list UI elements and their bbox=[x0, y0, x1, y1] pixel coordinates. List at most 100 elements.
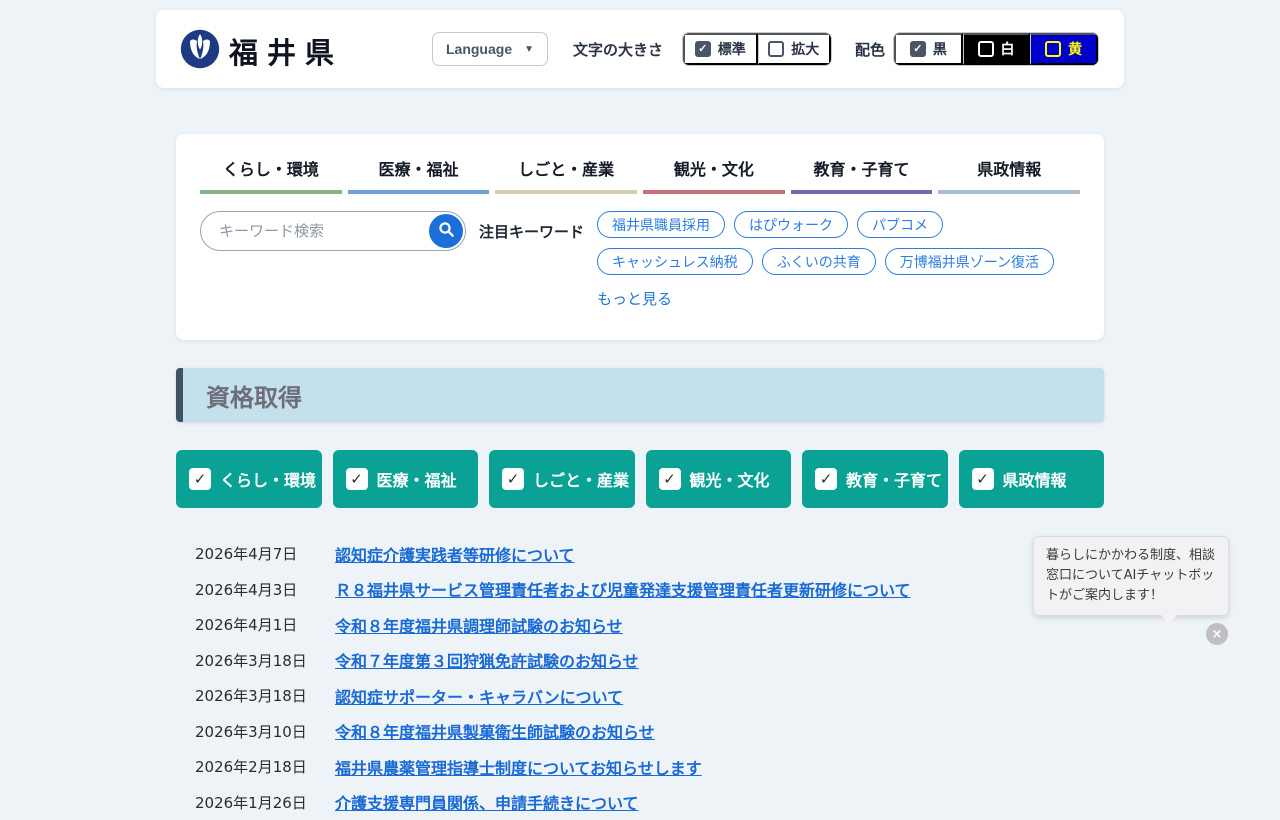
news-row: 2026年3月18日 認知症サポーター・キャラバンについて bbox=[176, 678, 1104, 714]
news-list: 2026年4月7日 認知症介護実践者等研修について 2026年4月3日 Ｒ８福井… bbox=[176, 536, 1104, 820]
nav-tab[interactable]: 教育・子育て bbox=[791, 146, 933, 194]
category-tabs: くらし・環境 医療・福祉 しごと・産業 観光・文化 教育・子育て 県政情報 bbox=[176, 134, 1104, 194]
news-link[interactable]: 認知症介護実践者等研修について bbox=[335, 542, 575, 566]
fukui-emblem-icon bbox=[180, 29, 220, 73]
checkbox-unchecked-icon bbox=[768, 41, 784, 57]
news-link[interactable]: Ｒ８福井県サービス管理責任者および児童発達支援管理責任者更新研修について bbox=[335, 577, 911, 601]
checkbox-checked-icon: ✓ bbox=[502, 468, 524, 490]
featured-keywords-label: 注目キーワード bbox=[479, 211, 584, 242]
site-logo[interactable]: 福井県 bbox=[180, 29, 343, 73]
news-date: 2026年3月18日 bbox=[195, 685, 335, 706]
news-link[interactable]: 令和７年度第３回狩猟免許試験のお知らせ bbox=[335, 648, 639, 672]
scheme-white-button[interactable]: 白 bbox=[963, 33, 1031, 65]
text-size-label: 文字の大きさ bbox=[573, 39, 663, 60]
news-date: 2026年3月10日 bbox=[195, 721, 335, 742]
nav-tab[interactable]: 県政情報 bbox=[938, 146, 1080, 194]
nav-tab[interactable]: 観光・文化 bbox=[643, 146, 785, 194]
category-filter-label: 県政情報 bbox=[1003, 467, 1067, 491]
keyword-pill[interactable]: 福井県職員採用 bbox=[597, 211, 725, 238]
color-scheme-toggle-group: ✓ 黒 白 黄 bbox=[893, 32, 1099, 66]
checkbox-checked-icon: ✓ bbox=[972, 468, 994, 490]
category-filter-button[interactable]: ✓ 観光・文化 bbox=[646, 450, 792, 508]
nav-tab[interactable]: しごと・産業 bbox=[495, 146, 637, 194]
search-row: 注目キーワード 福井県職員採用 はぴウォーク パブコメ キャッシュレス納税 ふく… bbox=[176, 194, 1104, 309]
scheme-yellow-button[interactable]: 黄 bbox=[1030, 33, 1098, 65]
search-box bbox=[200, 211, 466, 251]
checkbox-checked-icon: ✓ bbox=[189, 468, 211, 490]
chevron-down-icon: ▼ bbox=[524, 44, 534, 55]
news-date: 2026年1月26日 bbox=[195, 792, 335, 813]
search-input[interactable] bbox=[219, 212, 419, 250]
checkbox-checked-icon: ✓ bbox=[910, 41, 926, 57]
scheme-black-button[interactable]: ✓ 黒 bbox=[894, 33, 963, 65]
category-filter-button[interactable]: ✓ くらし・環境 bbox=[176, 450, 322, 508]
close-icon: × bbox=[1212, 627, 1223, 642]
nav-tab[interactable]: 医療・福祉 bbox=[348, 146, 490, 194]
language-label: Language bbox=[446, 41, 512, 57]
keyword-pill[interactable]: はぴウォーク bbox=[734, 211, 848, 238]
nav-tab[interactable]: くらし・環境 bbox=[200, 146, 342, 194]
category-filter-button[interactable]: ✓ 県政情報 bbox=[959, 450, 1105, 508]
keyword-row-1: 福井県職員採用 はぴウォーク パブコメ bbox=[597, 211, 1054, 238]
checkbox-unchecked-icon bbox=[978, 41, 994, 57]
category-filter-label: 医療・福祉 bbox=[377, 467, 457, 491]
tooltip-tail bbox=[1160, 614, 1178, 624]
main-navigation-card: くらし・環境 医療・福祉 しごと・産業 観光・文化 教育・子育て 県政情報 bbox=[176, 134, 1104, 340]
news-row: 2026年3月18日 令和７年度第３回狩猟免許試験のお知らせ bbox=[176, 643, 1104, 679]
text-size-standard-label: 標準 bbox=[718, 39, 746, 59]
category-filter-label: 観光・文化 bbox=[690, 467, 770, 491]
news-link[interactable]: 令和８年度福井県製菓衛生師試験のお知らせ bbox=[335, 719, 655, 743]
news-link[interactable]: 認知症サポーター・キャラバンについて bbox=[335, 684, 623, 708]
checkbox-unchecked-icon bbox=[1045, 41, 1061, 57]
site-title: 福井県 bbox=[229, 30, 343, 72]
keyword-pill[interactable]: 万博福井県ゾーン復活 bbox=[885, 248, 1054, 275]
news-date: 2026年2月18日 bbox=[195, 756, 335, 777]
category-filter-label: しごと・産業 bbox=[533, 467, 629, 491]
checkbox-checked-icon: ✓ bbox=[346, 468, 368, 490]
chatbot-tooltip-text: 暮らしにかかわる制度、相談窓口についてAIチャットボットがご案内します！ bbox=[1046, 548, 1215, 603]
news-link[interactable]: 令和８年度福井県調理師試験のお知らせ bbox=[335, 613, 623, 637]
news-date: 2026年3月18日 bbox=[195, 650, 335, 671]
news-link[interactable]: 福井県農薬管理指導士制度についてお知らせします bbox=[335, 755, 702, 779]
more-keywords-link[interactable]: もっと見る bbox=[597, 288, 672, 309]
page-title: 資格取得 bbox=[206, 378, 302, 413]
site-header: 福井県 Language ▼ 文字の大きさ ✓ 標準 拡大 配色 ✓ 黒 白 黄 bbox=[156, 10, 1124, 88]
chatbot-close-button[interactable]: × bbox=[1206, 623, 1228, 645]
checkbox-checked-icon: ✓ bbox=[695, 41, 711, 57]
category-filter-label: くらし・環境 bbox=[220, 467, 316, 491]
scheme-black-label: 黒 bbox=[933, 39, 947, 59]
category-filter-button[interactable]: ✓ 医療・福祉 bbox=[333, 450, 479, 508]
category-filter-button[interactable]: ✓ 教育・子育て bbox=[802, 450, 948, 508]
news-date: 2026年4月1日 bbox=[195, 614, 335, 635]
news-row: 2026年4月1日 令和８年度福井県調理師試験のお知らせ bbox=[176, 607, 1104, 643]
text-size-toggle-group: ✓ 標準 拡大 bbox=[682, 32, 832, 66]
category-filter-label: 教育・子育て bbox=[846, 467, 942, 491]
keyword-pill[interactable]: ふくいの共育 bbox=[762, 248, 876, 275]
text-size-standard-button[interactable]: ✓ 標準 bbox=[683, 33, 758, 65]
news-row: 2026年2月18日 福井県農薬管理指導士制度についてお知らせします bbox=[176, 749, 1104, 785]
news-row: 2026年1月26日 介護支援専門員関係、申請手続きについて bbox=[176, 785, 1104, 820]
scheme-white-label: 白 bbox=[1001, 39, 1015, 59]
news-date: 2026年4月3日 bbox=[195, 579, 335, 600]
news-row: 2026年4月7日 認知症介護実践者等研修について bbox=[176, 536, 1104, 572]
keyword-pill[interactable]: パブコメ bbox=[857, 211, 943, 238]
language-dropdown[interactable]: Language ▼ bbox=[432, 32, 548, 66]
text-size-large-button[interactable]: 拡大 bbox=[758, 33, 832, 65]
category-filter-row: ✓ くらし・環境 ✓ 医療・福祉 ✓ しごと・産業 ✓ 観光・文化 ✓ 教育・子… bbox=[176, 450, 1104, 508]
heading-accent-bar bbox=[176, 368, 183, 422]
news-row: 2026年3月10日 令和８年度福井県製菓衛生師試験のお知らせ bbox=[176, 714, 1104, 750]
news-row: 2026年4月3日 Ｒ８福井県サービス管理責任者および児童発達支援管理責任者更新… bbox=[176, 572, 1104, 608]
keyword-pill[interactable]: キャッシュレス納税 bbox=[597, 248, 753, 275]
chatbot-tooltip: 暮らしにかかわる制度、相談窓口についてAIチャットボットがご案内します！ bbox=[1033, 536, 1229, 616]
search-button[interactable] bbox=[429, 214, 463, 248]
color-scheme-label: 配色 bbox=[855, 39, 885, 60]
keyword-pills-area: 福井県職員採用 はぴウォーク パブコメ キャッシュレス納税 ふくいの共育 万博福… bbox=[597, 211, 1054, 309]
text-size-large-label: 拡大 bbox=[791, 39, 819, 59]
checkbox-checked-icon: ✓ bbox=[659, 468, 681, 490]
category-filter-button[interactable]: ✓ しごと・産業 bbox=[489, 450, 635, 508]
news-link[interactable]: 介護支援専門員関係、申請手続きについて bbox=[335, 790, 639, 814]
keyword-row-2: キャッシュレス納税 ふくいの共育 万博福井県ゾーン復活 bbox=[597, 248, 1054, 275]
scheme-yellow-label: 黄 bbox=[1068, 39, 1082, 59]
checkbox-checked-icon: ✓ bbox=[815, 468, 837, 490]
news-date: 2026年4月7日 bbox=[195, 543, 335, 564]
